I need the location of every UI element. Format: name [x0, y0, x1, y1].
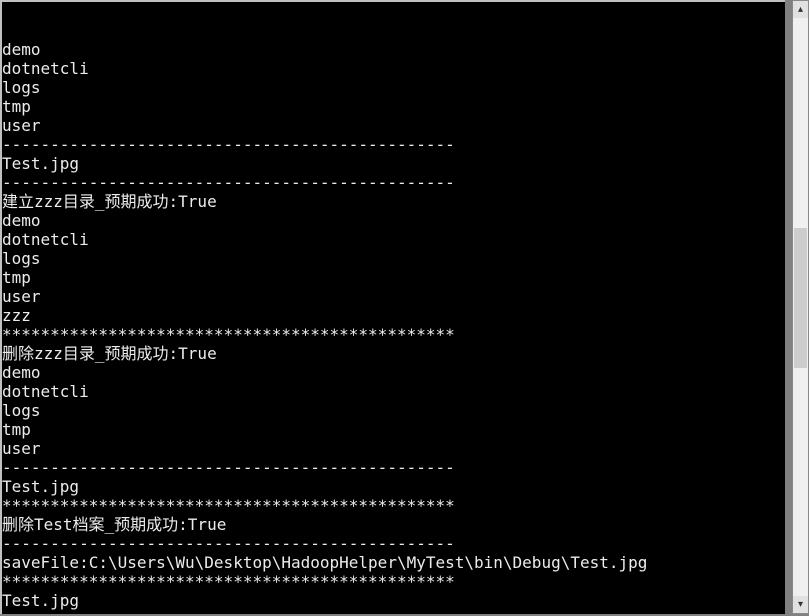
chevron-down-icon: ▾: [798, 599, 803, 610]
chevron-up-icon: ▴: [798, 4, 803, 15]
scroll-up-button[interactable]: ▴: [793, 1, 808, 18]
scroll-down-button[interactable]: ▾: [793, 596, 808, 613]
console-window: demo dotnetcli logs tmp user -----------…: [0, 0, 785, 614]
scrollbar-thumb[interactable]: [794, 228, 807, 368]
console-output: demo dotnetcli logs tmp user -----------…: [2, 40, 785, 614]
scrollbar-track[interactable]: [793, 18, 808, 596]
vertical-scrollbar[interactable]: ▴ ▾: [792, 0, 809, 614]
